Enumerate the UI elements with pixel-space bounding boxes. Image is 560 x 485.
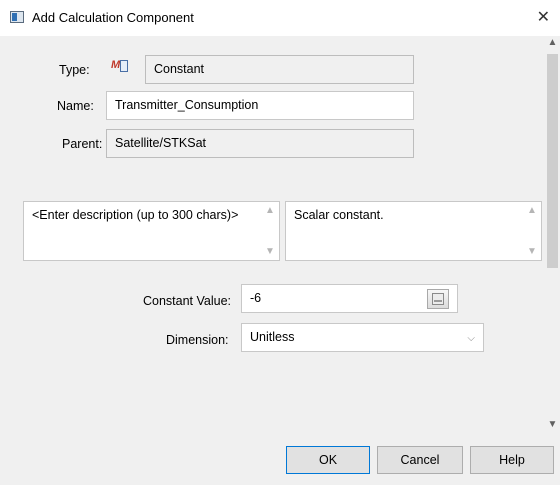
cancel-button[interactable]: Cancel (377, 446, 463, 474)
constant-value-label: Constant Value: (143, 294, 232, 308)
details-text: Scalar constant. (294, 208, 384, 222)
scroll-thumb[interactable] (547, 54, 558, 268)
help-button[interactable]: Help (470, 446, 554, 474)
details-textarea: Scalar constant. ▲ ▼ (285, 201, 542, 261)
type-field: Constant (145, 55, 414, 84)
details-scrollbar[interactable]: ▲ ▼ (525, 204, 539, 258)
chevron-down-icon[interactable]: ▼ (265, 246, 275, 257)
chevron-down-icon: ⌵ (467, 333, 475, 344)
dimension-select[interactable]: Unitless ⌵ (241, 323, 484, 352)
constant-value-input[interactable]: -6 (241, 284, 458, 313)
type-label: Type: (59, 63, 90, 77)
constant-value-text: -6 (250, 291, 262, 305)
dimension-selected-value: Unitless (250, 330, 295, 344)
scroll-down-icon[interactable]: ▼ (545, 418, 560, 432)
title-bar: Add Calculation Component ✕ (0, 0, 560, 36)
app-icon (10, 11, 24, 23)
description-scrollbar[interactable]: ▲ ▼ (263, 204, 277, 258)
close-icon[interactable]: ✕ (537, 7, 550, 27)
chevron-up-icon[interactable]: ▲ (527, 205, 537, 216)
scroll-up-icon[interactable]: ▲ (545, 36, 560, 50)
description-text: <Enter description (up to 300 chars)> (32, 208, 239, 222)
name-label: Name: (57, 99, 94, 113)
parent-label: Parent: (62, 137, 103, 151)
chevron-down-icon[interactable]: ▼ (527, 246, 537, 257)
chevron-up-icon[interactable]: ▲ (265, 205, 275, 216)
window-title: Add Calculation Component (32, 10, 194, 25)
dimension-label: Dimension: (166, 333, 229, 347)
name-input[interactable]: Transmitter_Consumption (106, 91, 414, 120)
calculator-icon[interactable] (427, 289, 449, 309)
ok-button[interactable]: OK (286, 446, 370, 474)
math-calc-icon: M (111, 59, 129, 75)
vertical-scrollbar[interactable]: ▲ ▼ (545, 36, 560, 440)
parent-field: Satellite/STKSat (106, 129, 414, 158)
dialog-content: Type: M Constant Name: Transmitter_Consu… (0, 36, 554, 485)
description-textarea[interactable]: <Enter description (up to 300 chars)> ▲ … (23, 201, 280, 261)
